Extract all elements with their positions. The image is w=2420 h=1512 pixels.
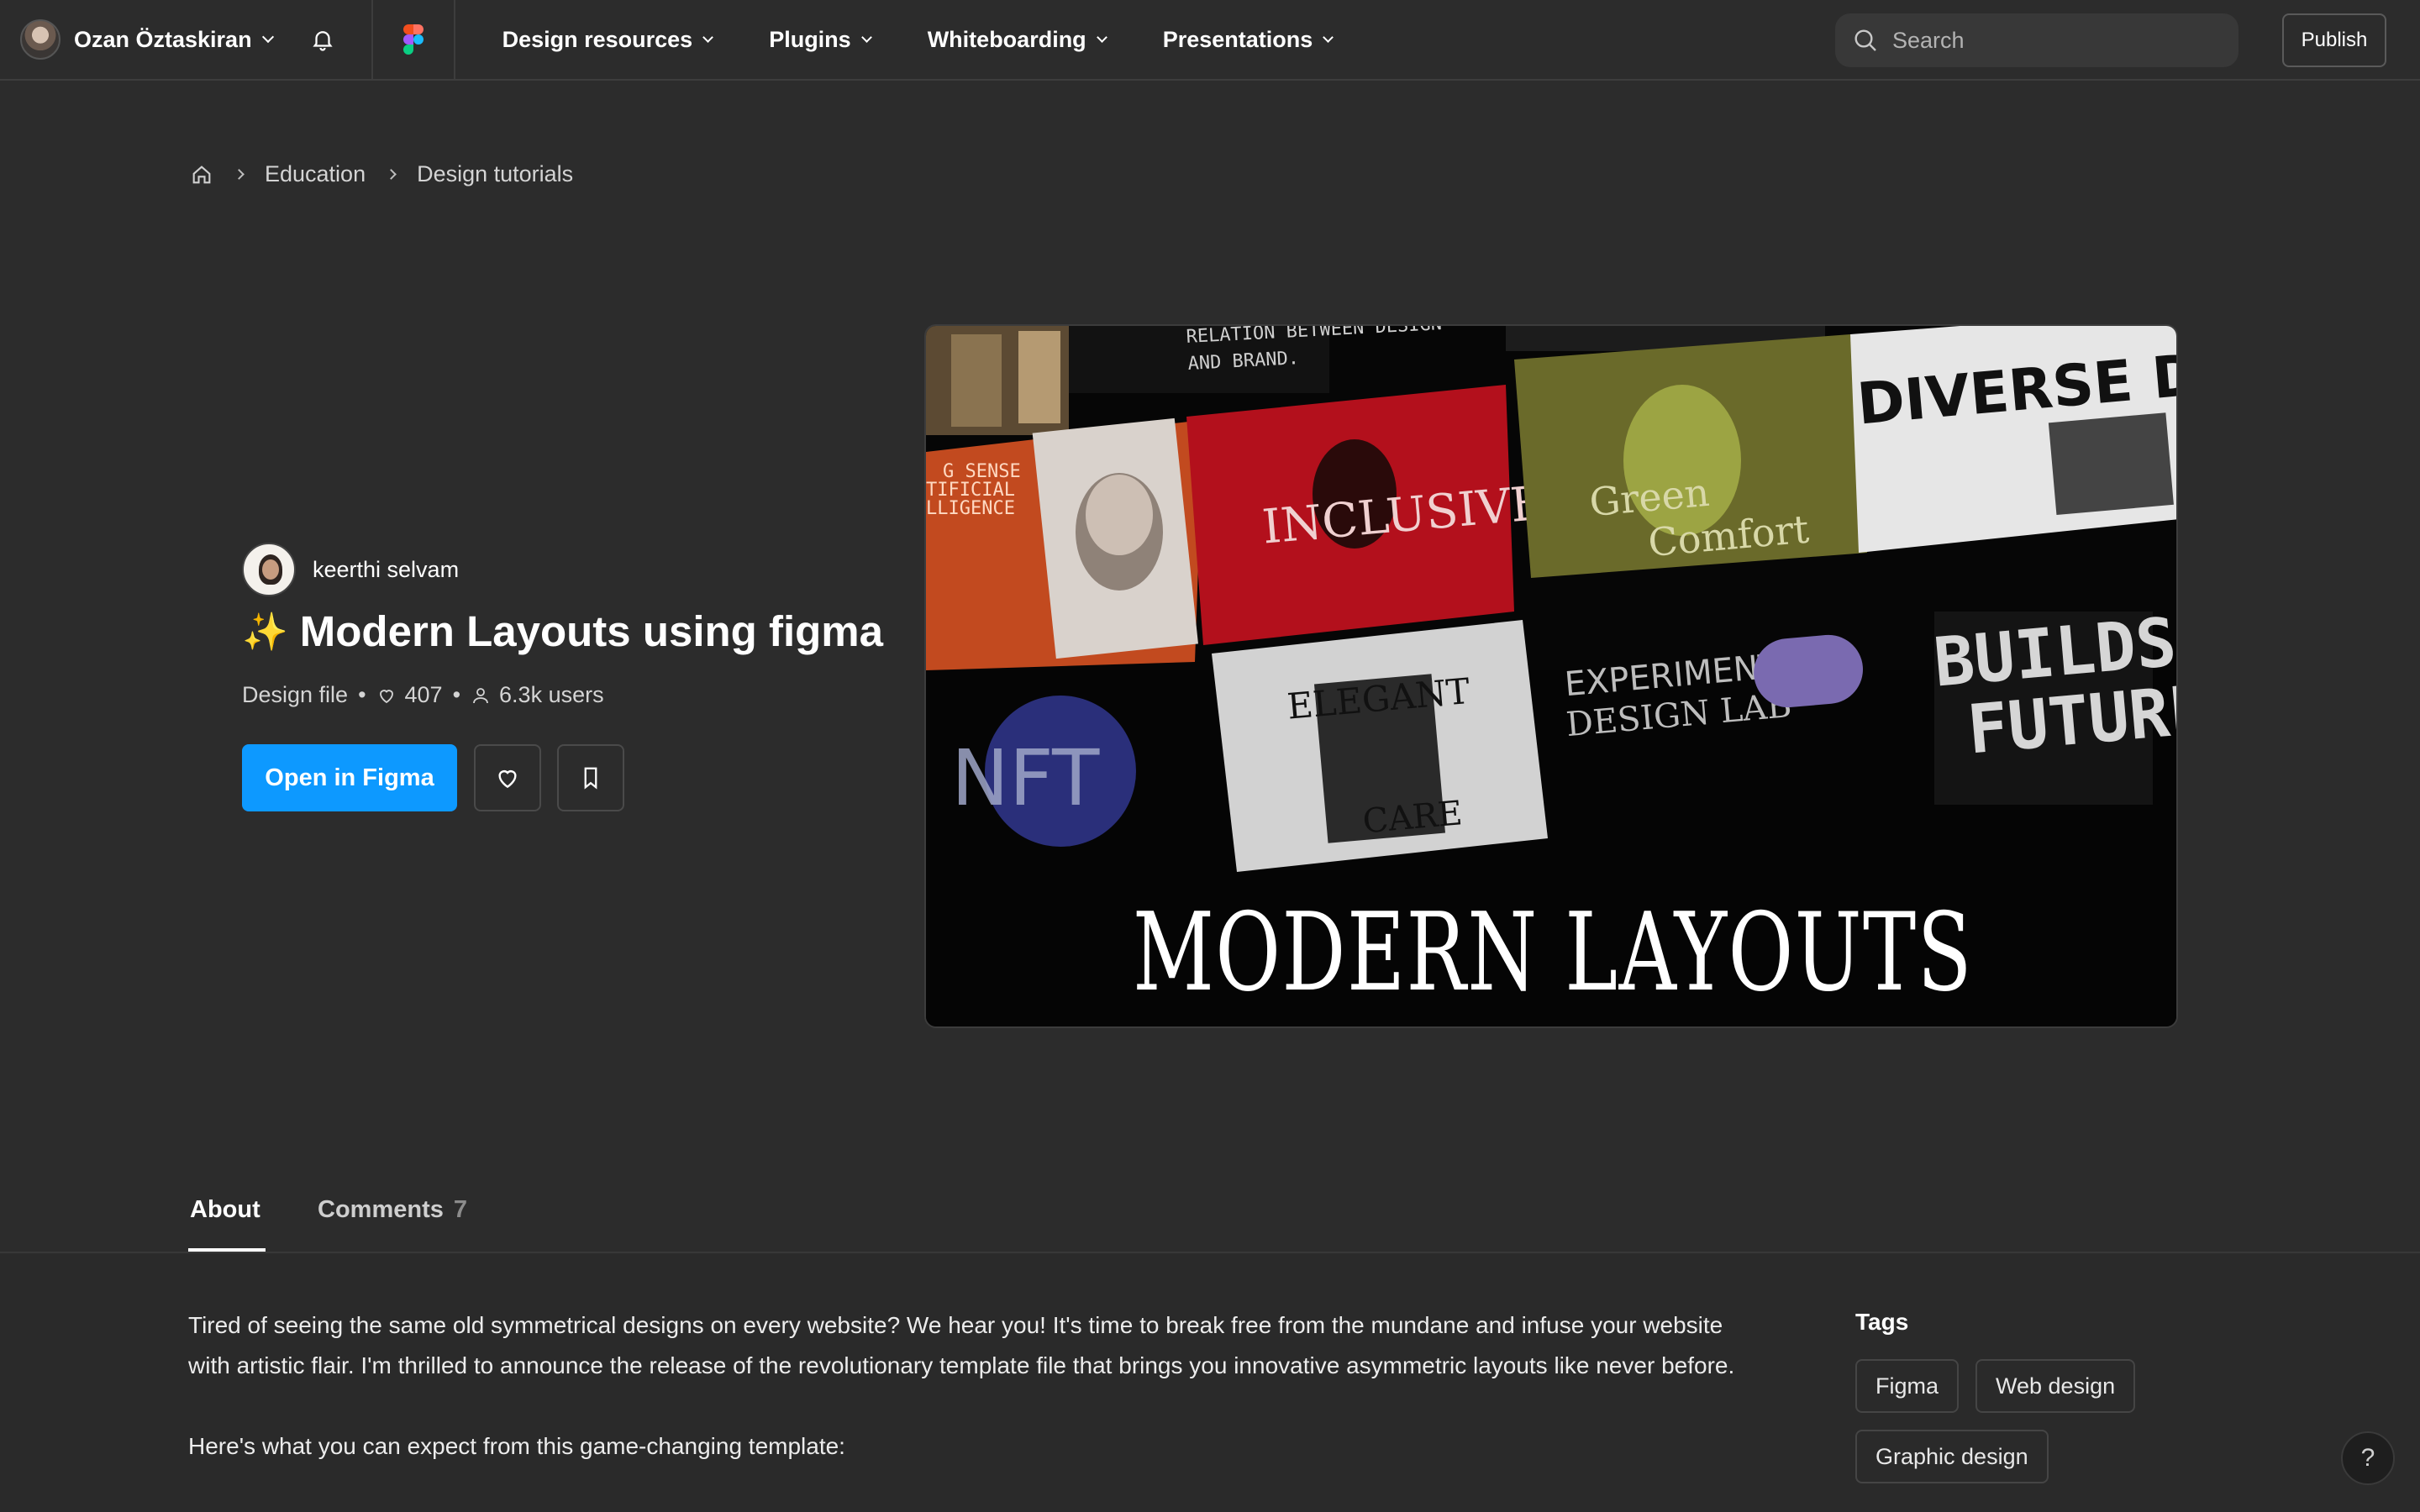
about-paragraph: Here's what you can expect from this gam…	[188, 1433, 845, 1459]
author[interactable]: keerthi selvam	[242, 543, 459, 596]
help-button[interactable]: ?	[2341, 1431, 2395, 1485]
separator-dot: •	[358, 682, 366, 707]
search-box[interactable]	[1835, 13, 2238, 67]
chevron-down-icon	[261, 30, 274, 44]
nav-design-resources[interactable]: Design resources	[502, 26, 714, 53]
tab-bar: About Comments 7	[0, 1179, 2420, 1253]
publish-button[interactable]: Publish	[2282, 13, 2386, 67]
page-title: ✨ Modern Layouts using figma	[242, 606, 883, 656]
sparkles-icon: ✨	[242, 611, 288, 653]
chevron-right-icon	[234, 169, 245, 180]
heart-icon	[498, 770, 517, 789]
tag-row: Figma Web design	[1855, 1359, 2152, 1413]
user-menu[interactable]: Ozan Öztaskiran	[0, 0, 274, 80]
tab-comments-label: Comments	[318, 1196, 444, 1223]
open-in-figma-button[interactable]: Open in Figma	[242, 744, 457, 811]
search-input[interactable]	[1892, 27, 2212, 54]
tag-figma[interactable]: Figma	[1855, 1359, 1960, 1413]
nav-divider	[453, 0, 455, 80]
file-meta: Design file • 407 • 6.3k users	[242, 682, 604, 708]
thumbnail-collage: RELATION BETWEEN DESIGN AND BRAND. G SEN…	[926, 326, 2176, 1026]
about-section: Tired of seeing the same old symmetrical…	[0, 1253, 2420, 1512]
breadcrumb: Education Design tutorials	[190, 161, 573, 187]
tags-panel: Tags Figma Web design Graphic design	[1855, 1309, 2152, 1500]
author-avatar	[242, 543, 296, 596]
nav-link-label: Design resources	[502, 26, 693, 52]
comments-count: 7	[453, 1196, 467, 1223]
nav-link-label: Presentations	[1162, 26, 1313, 52]
nav-links: Design resources Plugins Whiteboarding P…	[502, 27, 1390, 53]
nav-presentations[interactable]: Presentations	[1162, 26, 1334, 53]
chevron-down-icon	[860, 31, 872, 43]
heart-icon	[376, 685, 397, 706]
file-title: Modern Layouts using figma	[299, 607, 883, 655]
tab-comments[interactable]: Comments 7	[318, 1196, 467, 1224]
thumb-sense-text-3: LLIGENCE	[926, 498, 1015, 519]
nav-whiteboarding[interactable]: Whiteboarding	[927, 26, 1107, 53]
author-name: keerthi selvam	[313, 556, 460, 582]
user-name: Ozan Öztaskiran	[74, 26, 252, 52]
search-icon	[1854, 29, 1876, 51]
home-icon[interactable]	[190, 163, 213, 186]
user-avatar	[20, 19, 60, 60]
file-type: Design file	[242, 682, 349, 707]
nav-plugins[interactable]: Plugins	[769, 26, 872, 53]
tab-about[interactable]: About	[190, 1196, 260, 1224]
tag-row: Graphic design	[1855, 1430, 2152, 1483]
nav-link-label: Whiteboarding	[927, 26, 1086, 52]
breadcrumb-education[interactable]: Education	[265, 161, 366, 187]
bookmark-button[interactable]	[557, 744, 624, 811]
tags-title: Tags	[1855, 1309, 1909, 1335]
breadcrumb-design-tutorials[interactable]: Design tutorials	[417, 161, 573, 187]
chevron-right-icon	[386, 169, 397, 180]
chevron-down-icon	[702, 31, 714, 43]
chevron-down-icon	[1323, 31, 1334, 43]
about-description: Tired of seeing the same old symmetrical…	[188, 1305, 1768, 1467]
chevron-down-icon	[1096, 31, 1107, 43]
nav-link-label: Plugins	[769, 26, 851, 52]
thumb-nft-text: NFT	[951, 733, 1100, 823]
bookmark-icon	[584, 767, 597, 790]
file-actions: Open in Figma	[242, 744, 624, 811]
user-icon	[471, 685, 491, 706]
tag-web-design[interactable]: Web design	[1975, 1359, 2136, 1413]
tag-graphic-design[interactable]: Graphic design	[1855, 1430, 2049, 1483]
active-tab-indicator	[188, 1248, 266, 1252]
thumb-big-title: MODERN LAYOUTS	[1133, 890, 1973, 1016]
figma-logo-icon[interactable]	[373, 0, 454, 80]
like-button[interactable]	[474, 744, 541, 811]
separator-dot: •	[452, 682, 461, 707]
users-count: 6.3k users	[499, 682, 604, 707]
notifications-bell-icon[interactable]	[302, 19, 343, 60]
likes-count: 407	[404, 682, 443, 707]
about-paragraph: Tired of seeing the same old symmetrical…	[188, 1312, 1735, 1378]
file-thumbnail[interactable]: RELATION BETWEEN DESIGN AND BRAND. G SEN…	[924, 324, 2178, 1028]
top-nav: Ozan Öztaskiran Design resources Plugins…	[0, 0, 2420, 81]
